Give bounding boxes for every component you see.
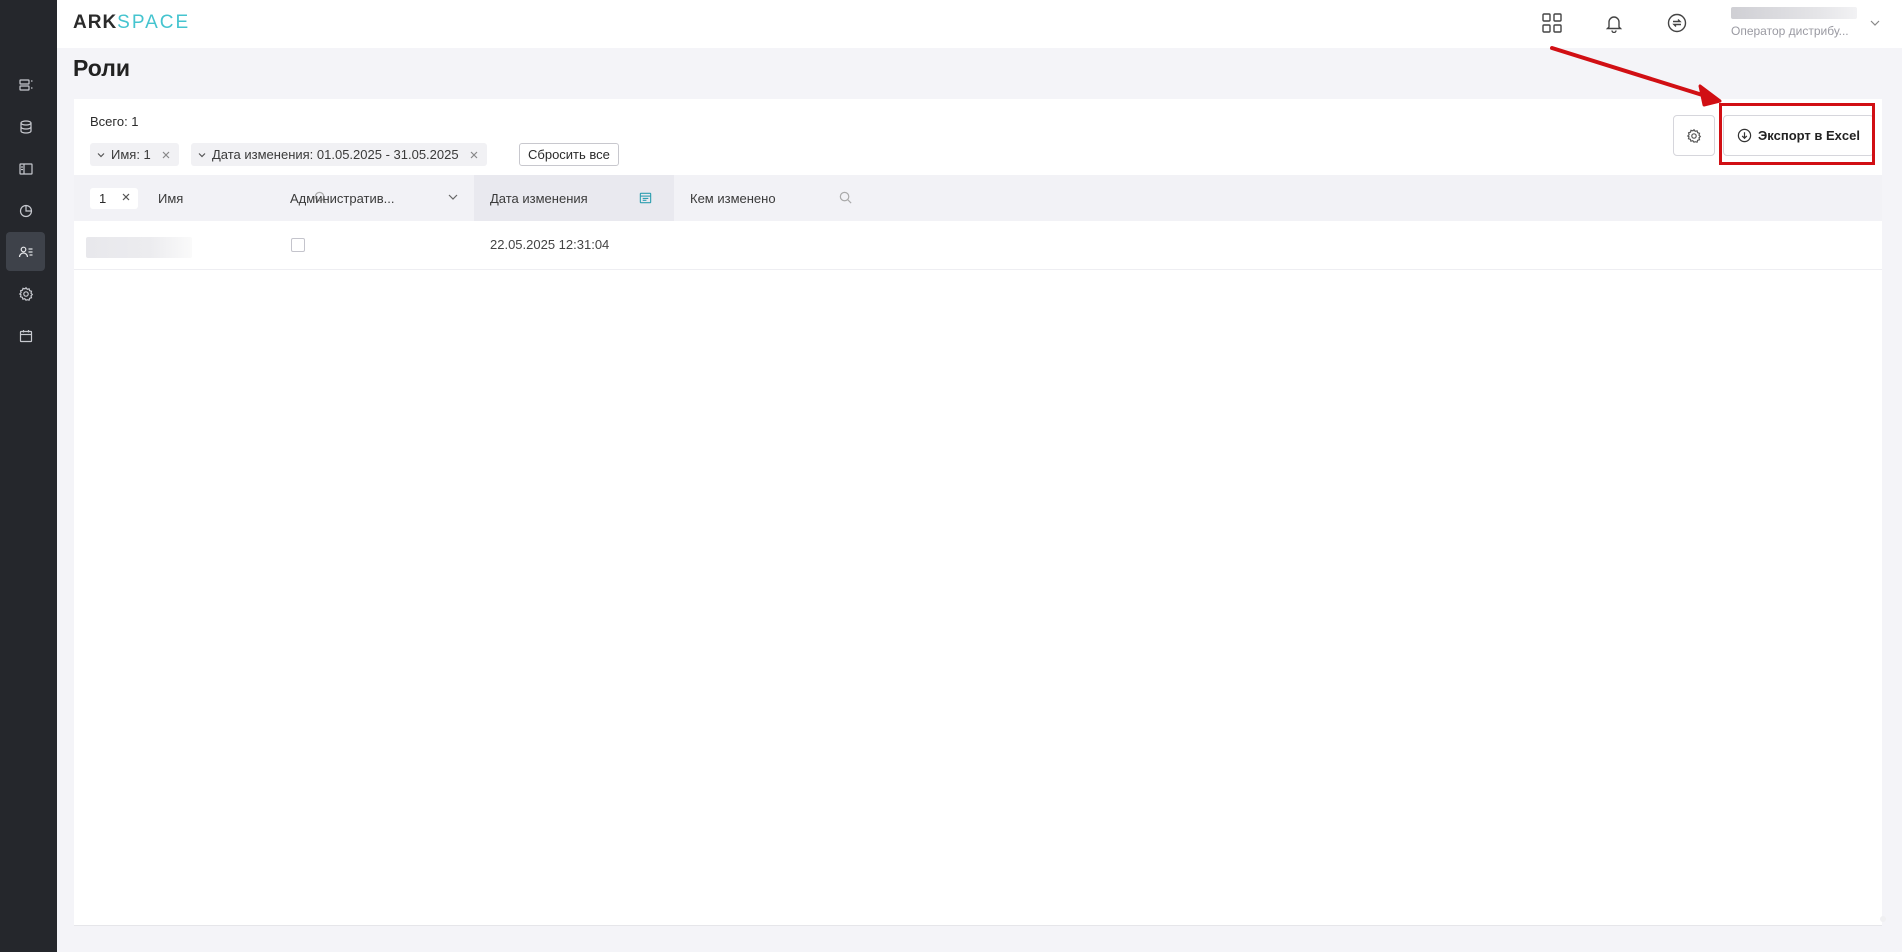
chevron-down-icon[interactable] [96, 150, 106, 160]
column-header-date[interactable]: Дата изменения [474, 175, 674, 221]
close-icon[interactable] [469, 150, 479, 160]
filter-chip-date[interactable]: Дата изменения: 01.05.2025 - 31.05.2025 [191, 143, 487, 166]
calendar-icon[interactable] [638, 190, 653, 205]
sidebar-item-rows[interactable] [6, 65, 45, 104]
rows-icon [18, 78, 32, 91]
page-title: Роли [73, 55, 130, 81]
column-label: Имя [158, 190, 184, 206]
table-settings-button[interactable] [1673, 115, 1715, 156]
sync-button[interactable] [1665, 11, 1689, 35]
apps-grid-icon [1542, 13, 1562, 33]
close-icon[interactable] [121, 192, 131, 202]
filter-chip-label: Имя: 1 [111, 147, 151, 162]
close-icon[interactable] [161, 150, 171, 160]
calendar-icon [19, 329, 32, 342]
role-name-redacted [86, 237, 192, 258]
column-header-admin[interactable]: Административ... [274, 175, 474, 221]
logo-space: SPACE [117, 12, 191, 33]
bell-icon [1605, 16, 1623, 33]
users-icon [18, 246, 32, 257]
page-size-input[interactable]: 1 [90, 188, 138, 209]
chevron-down-icon[interactable] [446, 190, 460, 204]
column-label: Дата изменения [490, 190, 588, 206]
filter-chip-label: Дата изменения: 01.05.2025 - 31.05.2025 [212, 147, 459, 162]
gear-icon [1686, 128, 1702, 143]
sidebar [0, 0, 57, 952]
sync-icon [1667, 13, 1687, 33]
sidebar-item-database[interactable] [6, 107, 45, 146]
search-icon[interactable] [838, 190, 853, 205]
chevron-down-icon [1870, 20, 1880, 26]
column-header-changed-by[interactable]: Кем изменено [674, 175, 874, 221]
column-label: Кем изменено [690, 190, 776, 206]
user-role: Оператор дистрибу... [1731, 24, 1849, 38]
sidebar-item-calendar[interactable] [6, 316, 45, 355]
chevron-down-icon[interactable] [197, 150, 207, 160]
resize-handle[interactable] [1880, 916, 1886, 922]
filter-chip-name[interactable]: Имя: 1 [90, 143, 179, 166]
row-date: 22.05.2025 12:31:04 [490, 237, 610, 252]
sidebar-item-layout[interactable] [6, 149, 45, 188]
sidebar-item-reports[interactable] [6, 191, 45, 230]
apps-grid-button[interactable] [1540, 11, 1564, 35]
divider [74, 925, 1882, 926]
total-count: Всего: 1 [90, 114, 139, 129]
table-header: 1 Имя Административ... Дата изменения Ке [74, 175, 1882, 221]
reset-filters-button[interactable]: Сбросить все [519, 143, 619, 166]
gear-icon [18, 286, 33, 301]
notifications-button[interactable] [1602, 11, 1626, 35]
logo[interactable]: ARKSPACE [73, 12, 190, 34]
user-menu-toggle[interactable] [1869, 16, 1881, 34]
page-size-value: 1 [99, 191, 107, 206]
sidebar-item-settings[interactable] [6, 274, 45, 313]
layout-icon [18, 162, 33, 175]
top-bar: ARKSPACE Оператор дистрибу... [57, 0, 1902, 48]
roles-panel: Всего: 1 Имя: 1 Дата изменения: 01.05.20… [74, 99, 1882, 925]
logo-ark: ARK [73, 12, 118, 33]
column-label: Административ... [290, 190, 395, 206]
pie-chart-icon [19, 204, 32, 217]
user-name-redacted[interactable] [1731, 7, 1857, 19]
sidebar-item-roles[interactable] [6, 232, 45, 271]
admin-checkbox[interactable] [291, 238, 305, 252]
annotation-highlight-box [1719, 103, 1875, 165]
database-icon [19, 119, 32, 134]
table-row[interactable]: 22.05.2025 12:31:04 [74, 221, 1882, 270]
